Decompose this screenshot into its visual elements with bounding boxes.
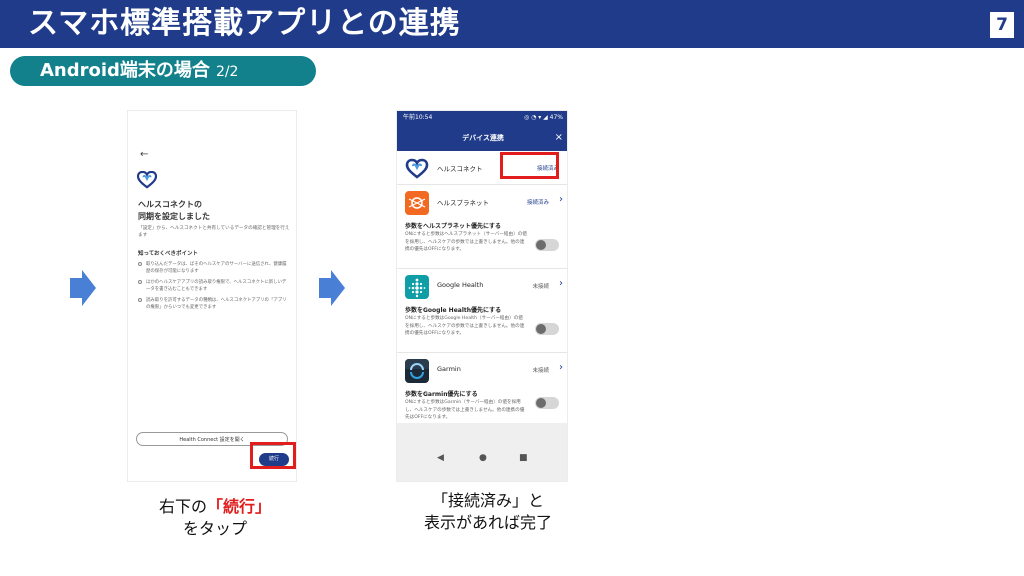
nav-home-icon[interactable]: ● bbox=[479, 453, 487, 463]
status-time: 午前10:54 bbox=[403, 114, 433, 121]
priority-toggle[interactable] bbox=[535, 239, 559, 251]
device-row-google-health[interactable]: Google Health 未接続 › 歩数をGoogle Health優先にす… bbox=[397, 269, 567, 353]
priority-toggle[interactable] bbox=[535, 397, 559, 409]
app-bar: デバイス連携 × bbox=[397, 125, 567, 151]
garmin-icon bbox=[405, 359, 429, 383]
priority-setting-title: 歩数をGoogle Health優先にする bbox=[405, 307, 502, 314]
device-name: ヘルスプラネット bbox=[437, 199, 489, 207]
priority-setting-description: ONにすると歩数はヘルスプラネット（サーバー経由）の値を採用し、ヘルスケアの歩数… bbox=[405, 232, 527, 252]
screen-title: デバイス連携 bbox=[462, 134, 504, 142]
back-arrow-icon[interactable]: ← bbox=[140, 149, 148, 160]
confirmation-title: ヘルスコネクトの 同期を設定しました bbox=[138, 200, 210, 221]
priority-setting-description: ONにすると歩数はGoogle Health（サーバー経由）の値を採用し、ヘルス… bbox=[405, 316, 525, 336]
bullet-icon bbox=[138, 280, 142, 284]
android-nav-bar: ◀ ● ■ bbox=[397, 423, 567, 481]
page-number: 7 bbox=[990, 12, 1014, 38]
health-planet-icon bbox=[405, 191, 429, 215]
priority-setting-description: ONにすると歩数はGarmin（サーバー経由）の値を採用し、ヘルスケアの歩数では… bbox=[405, 400, 525, 420]
caption-text: 表示があれば完了 bbox=[423, 513, 552, 532]
bullet-icon bbox=[138, 298, 142, 302]
chevron-right-icon: › bbox=[559, 278, 563, 289]
caption-highlight: 「続行」 bbox=[207, 497, 272, 516]
confirmation-description: 「設定」から、ヘルスコネクトと共有しているデータの確認と管理を行えます bbox=[138, 226, 290, 238]
status-icons: ◎ ◔ ▾ ◢ 47% bbox=[523, 114, 563, 121]
slide-title: スマホ標準搭載アプリとの連携 bbox=[28, 6, 461, 41]
device-name: ヘルスコネクト bbox=[437, 165, 483, 173]
point-item: 読み取りを許可するデータの種類は、ヘルスコネクトアプリの「アプリの権限」からいつ… bbox=[138, 297, 290, 311]
priority-setting-title: 歩数をヘルスプラネット優先にする bbox=[405, 223, 502, 230]
caption-text: 右下の bbox=[158, 497, 207, 516]
priority-setting-title: 歩数をGarmin優先にする bbox=[405, 391, 478, 398]
status-bar: 午前10:54 ◎ ◔ ▾ ◢ 47% bbox=[397, 111, 567, 125]
point-item: 取り込んだデータは、ばそのヘルスケアのサーバーに送信され、健康履歴の保存が可能に… bbox=[138, 261, 290, 275]
google-health-icon bbox=[405, 275, 429, 299]
step1-caption: 右下の「続行」 をタップ bbox=[130, 496, 300, 540]
caption-text: をタップ bbox=[182, 519, 247, 538]
step2-caption: 「接続済み」と 表示があれば完了 bbox=[400, 490, 576, 534]
health-connect-icon bbox=[405, 157, 429, 181]
connection-status: 未接続 bbox=[532, 284, 549, 290]
connection-status: 接続済み bbox=[526, 200, 549, 206]
device-name: Google Health bbox=[437, 281, 484, 289]
slide-header: スマホ標準搭載アプリとの連携 7 bbox=[0, 0, 1024, 48]
section-title: Android端末の場合 bbox=[40, 60, 210, 81]
device-row-garmin[interactable]: Garmin 未接続 › 歩数をGarmin優先にする ONにすると歩数はGar… bbox=[397, 353, 567, 427]
points-heading: 知っておくべきポイント bbox=[138, 251, 199, 257]
connection-status: 未接続 bbox=[532, 368, 549, 374]
point-item: ほかのヘルスケアアプリの読み取り権限で、ヘルスコネクトに新しいデータを書き込むこ… bbox=[138, 279, 290, 293]
priority-toggle[interactable] bbox=[535, 323, 559, 335]
nav-back-icon[interactable]: ◀ bbox=[437, 453, 444, 463]
nav-recents-icon[interactable]: ■ bbox=[519, 453, 528, 463]
section-label: Android端末の場合 2/2 bbox=[10, 56, 316, 86]
continue-highlight-box bbox=[250, 442, 296, 469]
health-connect-logo-icon bbox=[136, 171, 158, 189]
bullet-icon bbox=[138, 262, 142, 266]
section-step: 2/2 bbox=[215, 64, 239, 80]
device-row-health-planet[interactable]: ヘルスプラネット 接続済み › 歩数をヘルスプラネット優先にする ONにすると歩… bbox=[397, 185, 567, 269]
chevron-right-icon: › bbox=[559, 194, 563, 205]
chevron-right-icon: › bbox=[559, 362, 563, 373]
device-name: Garmin bbox=[437, 365, 461, 373]
connected-highlight-box bbox=[500, 152, 559, 179]
phone-screen-health-connect-done: ← ヘルスコネクトの 同期を設定しました 「設定」から、ヘルスコネクトと共有して… bbox=[127, 110, 297, 482]
caption-text: 「接続済み」と bbox=[431, 491, 544, 510]
close-icon[interactable]: × bbox=[555, 125, 563, 151]
